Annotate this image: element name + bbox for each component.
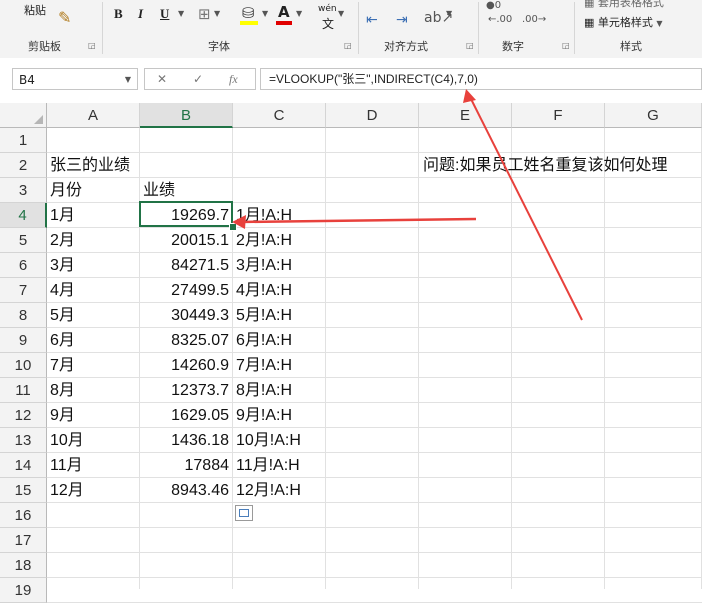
arrow-to-formula	[469, 96, 583, 321]
arrow-to-formula-head	[463, 89, 476, 103]
arrow-to-b4-head	[232, 215, 246, 229]
annotation-arrows	[232, 89, 583, 321]
arrow-to-b4	[239, 217, 477, 224]
